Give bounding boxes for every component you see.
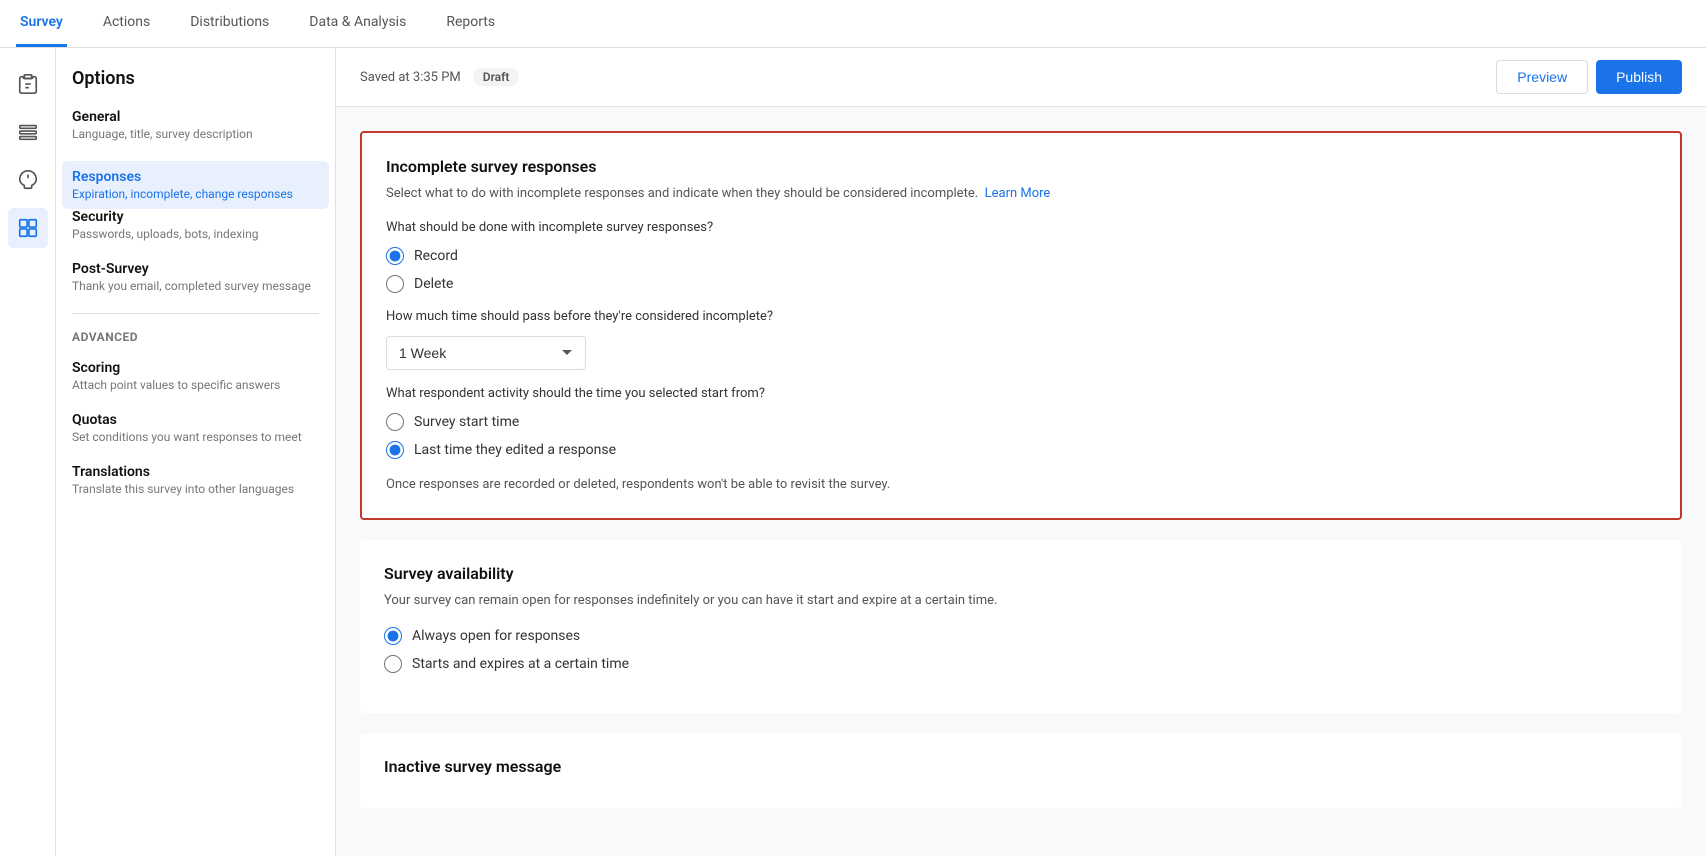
availability-radio-group: Always open for responses Starts and exp… [384,627,1658,673]
option-section-quotas[interactable]: Quotas Set conditions you want responses… [72,412,319,444]
sidebar-icon-clipboard[interactable] [8,64,48,104]
inactive-card-title: Inactive survey message [384,757,1658,776]
radio-survey-start-label: Survey start time [414,414,519,430]
question-3-text: What respondent activity should the time… [386,386,1656,401]
sidebar-icon-settings[interactable] [8,208,48,248]
radio-group-2: Survey start time Last time they edited … [386,413,1656,459]
publish-button[interactable]: Publish [1596,60,1682,94]
main-layout: Options General Language, title, survey … [0,48,1706,856]
section-general-sub: Language, title, survey description [72,127,319,141]
nav-distributions[interactable]: Distributions [186,0,273,47]
incomplete-note: Once responses are recorded or deleted, … [386,475,1656,495]
section-translations-sub: Translate this survey into other languag… [72,482,319,496]
icon-sidebar [0,48,56,856]
section-responses-title[interactable]: Responses [72,169,319,185]
section-post-survey-sub: Thank you email, completed survey messag… [72,279,319,293]
incomplete-card-title: Incomplete survey responses [386,157,1656,176]
inactive-card: Inactive survey message [360,733,1682,808]
option-section-security[interactable]: Security Passwords, uploads, bots, index… [72,209,319,241]
radio-survey-start-input[interactable] [386,413,404,431]
option-section-translations[interactable]: Translations Translate this survey into … [72,464,319,496]
radio-starts-expires[interactable]: Starts and expires at a certain time [384,655,1658,673]
sidebar-divider [72,313,319,314]
option-section-general[interactable]: General Language, title, survey descript… [72,109,319,141]
radio-last-edit[interactable]: Last time they edited a response [386,441,1656,459]
incomplete-responses-card: Incomplete survey responses Select what … [360,131,1682,520]
header-left: Saved at 3:35 PM Draft [360,68,519,86]
section-security-sub: Passwords, uploads, bots, indexing [72,227,319,241]
options-sidebar: Options General Language, title, survey … [56,48,336,856]
main-content: Saved at 3:35 PM Draft Preview Publish I… [336,48,1706,856]
section-scoring-sub: Attach point values to specific answers [72,378,319,392]
sidebar-icon-paint[interactable] [8,160,48,200]
section-general-title[interactable]: General [72,109,319,125]
section-responses-sub: Expiration, incomplete, change responses [72,187,319,201]
radio-record-input[interactable] [386,247,404,265]
option-section-responses[interactable]: Responses Expiration, incomplete, change… [62,161,329,209]
radio-last-edit-input[interactable] [386,441,404,459]
section-quotas-sub: Set conditions you want responses to mee… [72,430,319,444]
radio-delete-input[interactable] [386,275,404,293]
section-quotas-title[interactable]: Quotas [72,412,319,428]
dropdown-row: 1 Week 2 Weeks 1 Month After Last Activi… [386,336,1656,370]
header-right: Preview Publish [1496,60,1682,94]
options-title: Options [72,68,319,89]
radio-record[interactable]: Record [386,247,1656,265]
nav-data-analysis[interactable]: Data & Analysis [305,0,410,47]
radio-delete-label: Delete [414,276,453,292]
question-2-text: How much time should pass before they're… [386,309,1656,324]
question-1-text: What should be done with incomplete surv… [386,220,1656,235]
section-post-survey-title[interactable]: Post-Survey [72,261,319,277]
availability-card-desc: Your survey can remain open for response… [384,591,1658,611]
section-translations-title[interactable]: Translations [72,464,319,480]
advanced-label: Advanced [72,330,319,344]
availability-card: Survey availability Your survey can rema… [360,540,1682,713]
content-header: Saved at 3:35 PM Draft Preview Publish [336,48,1706,107]
radio-last-edit-label: Last time they edited a response [414,442,616,458]
draft-badge: Draft [473,68,520,86]
option-section-post-survey[interactable]: Post-Survey Thank you email, completed s… [72,261,319,293]
section-scoring-title[interactable]: Scoring [72,360,319,376]
incomplete-card-desc: Select what to do with incomplete respon… [386,184,1656,204]
learn-more-link[interactable]: Learn More [985,186,1051,201]
section-security-title[interactable]: Security [72,209,319,225]
preview-button[interactable]: Preview [1496,60,1588,94]
radio-starts-expires-label: Starts and expires at a certain time [412,656,629,672]
content-body: Incomplete survey responses Select what … [336,107,1706,832]
time-period-dropdown[interactable]: 1 Week 2 Weeks 1 Month After Last Activi… [386,336,586,370]
radio-delete[interactable]: Delete [386,275,1656,293]
radio-starts-expires-input[interactable] [384,655,402,673]
option-section-scoring[interactable]: Scoring Attach point values to specific … [72,360,319,392]
nav-actions[interactable]: Actions [99,0,154,47]
nav-reports[interactable]: Reports [442,0,499,47]
radio-always-open-input[interactable] [384,627,402,645]
radio-record-label: Record [414,248,458,264]
radio-always-open[interactable]: Always open for responses [384,627,1658,645]
radio-group-1: Record Delete [386,247,1656,293]
saved-text: Saved at 3:35 PM [360,70,461,85]
radio-always-open-label: Always open for responses [412,628,580,644]
top-nav: Survey Actions Distributions Data & Anal… [0,0,1706,48]
availability-card-title: Survey availability [384,564,1658,583]
radio-survey-start[interactable]: Survey start time [386,413,1656,431]
nav-survey[interactable]: Survey [16,0,67,47]
sidebar-icon-list[interactable] [8,112,48,152]
